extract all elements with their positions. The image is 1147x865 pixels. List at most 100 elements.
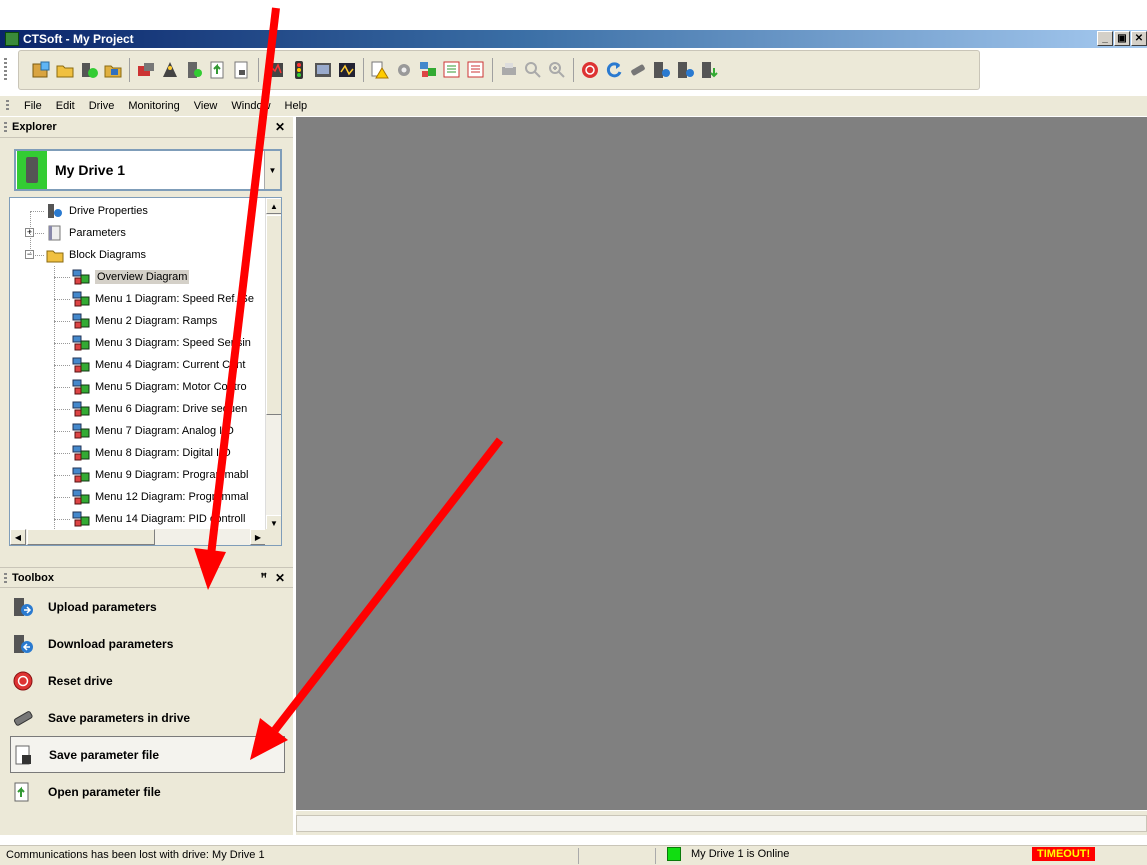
- tree-connector: [54, 343, 70, 344]
- hscroll-thumb[interactable]: [27, 529, 155, 545]
- app-icon: [5, 32, 19, 46]
- save-project-icon[interactable]: [103, 60, 123, 80]
- tree-item-label: Menu 1 Diagram: Speed Ref. Se: [95, 293, 254, 305]
- settings-icon[interactable]: [394, 60, 414, 80]
- tree-horizontal-scrollbar[interactable]: ◀ ▶: [10, 529, 266, 545]
- tab-strip: [296, 815, 1147, 832]
- monitor-icon[interactable]: [265, 60, 285, 80]
- toolbox-items: Upload parameters Download parameters Rese…: [0, 588, 293, 810]
- tree-vertical-scrollbar[interactable]: ▲ ▼: [265, 198, 281, 531]
- drive-connect-icon[interactable]: [136, 60, 156, 80]
- menu-view[interactable]: View: [187, 100, 225, 112]
- tree-item[interactable]: Menu 5 Diagram: Motor Contro: [72, 376, 247, 398]
- toolbox-item-download-parameters[interactable]: Download parameters: [0, 625, 293, 662]
- tree-connector: [54, 519, 70, 520]
- block-diagram-icon: [72, 291, 90, 307]
- new-project-icon[interactable]: [31, 60, 51, 80]
- panel-grip[interactable]: [4, 573, 7, 585]
- tree-item[interactable]: Block Diagrams: [46, 244, 146, 266]
- toolbar-grip[interactable]: [4, 58, 7, 82]
- compare-icon[interactable]: [466, 60, 486, 80]
- chip-icon[interactable]: [628, 60, 648, 80]
- toolbar-separator: [258, 58, 259, 82]
- menu-edit[interactable]: Edit: [49, 100, 82, 112]
- window-title: CTSoft - My Project: [23, 32, 134, 46]
- tree-item[interactable]: Menu 3 Diagram: Speed Sensin: [72, 332, 251, 354]
- zoom-in-icon[interactable]: [547, 60, 567, 80]
- tree-connector: [54, 387, 70, 388]
- tree-item[interactable]: Overview Diagram: [72, 266, 190, 288]
- open-project-icon[interactable]: [55, 60, 75, 80]
- tree-item[interactable]: Menu 7 Diagram: Analog I/O: [72, 420, 234, 442]
- menu-grip[interactable]: [6, 100, 9, 112]
- scroll-right-icon[interactable]: ▶: [250, 529, 266, 545]
- parameter-list-icon[interactable]: [442, 60, 462, 80]
- tree-item[interactable]: Parameters: [46, 222, 126, 244]
- stop-icon[interactable]: [580, 60, 600, 80]
- minimize-button[interactable]: _: [1097, 31, 1113, 46]
- upload-icon[interactable]: [208, 60, 228, 80]
- menu-drive[interactable]: Drive: [82, 100, 122, 112]
- menu-window[interactable]: Window: [224, 100, 277, 112]
- toolbox-item-save-in-drive[interactable]: Save parameters in drive: [0, 699, 293, 736]
- tree-item-label: Menu 8 Diagram: Digital I/O: [95, 447, 231, 459]
- drive-download-green-icon[interactable]: [700, 60, 720, 80]
- drive-parameters-icon[interactable]: [184, 60, 204, 80]
- scroll-left-icon[interactable]: ◀: [10, 529, 26, 545]
- drive-upload-icon[interactable]: [652, 60, 672, 80]
- tree-item-label: Menu 14 Diagram: PID controll: [95, 513, 246, 525]
- menu-monitoring[interactable]: Monitoring: [121, 100, 186, 112]
- drive-download-icon[interactable]: [676, 60, 696, 80]
- explorer-tree: Drive Properties Parameters + Block Diagram…: [9, 197, 282, 546]
- block-diagram-icon: [72, 269, 90, 285]
- toolbox-item-save-file[interactable]: Save parameter file: [10, 736, 285, 773]
- pin-icon[interactable]: ꟸ: [261, 571, 267, 584]
- scope-icon[interactable]: [337, 60, 357, 80]
- toolbox-item-upload-parameters[interactable]: Upload parameters: [0, 588, 293, 625]
- tree-connector: [54, 321, 70, 322]
- tree-viewport: Drive Properties Parameters + Block Diagram…: [10, 198, 266, 531]
- tree-item[interactable]: Menu 14 Diagram: PID controll: [72, 508, 245, 530]
- warning-icon[interactable]: [370, 60, 390, 80]
- chevron-down-icon[interactable]: ▼: [264, 151, 280, 189]
- block-diagram-icon[interactable]: [418, 60, 438, 80]
- tree-connector: [54, 365, 70, 366]
- tree-item[interactable]: Menu 6 Diagram: Drive sequen: [72, 398, 247, 420]
- tree-item[interactable]: Menu 2 Diagram: Ramps: [72, 310, 217, 332]
- print-icon[interactable]: [499, 60, 519, 80]
- block-diagram-icon: [72, 357, 90, 373]
- download-icon[interactable]: [232, 60, 252, 80]
- tree-connector: [54, 299, 70, 300]
- tree-item[interactable]: Menu 9 Diagram: Programmabl: [72, 464, 248, 486]
- toolbox-item-open-file[interactable]: Open parameter file: [0, 773, 293, 810]
- add-drive-icon[interactable]: [79, 60, 99, 80]
- traffic-light-icon[interactable]: [289, 60, 309, 80]
- zoom-out-icon[interactable]: [523, 60, 543, 80]
- scroll-thumb[interactable]: [266, 215, 281, 415]
- tree-item[interactable]: Menu 4 Diagram: Current Cont: [72, 354, 245, 376]
- toolbox-item-reset-drive[interactable]: Reset drive: [0, 662, 293, 699]
- tree-item-label: Menu 6 Diagram: Drive sequen: [95, 403, 248, 415]
- restore-button[interactable]: ▣: [1114, 31, 1130, 46]
- toolbar-separator: [573, 58, 574, 82]
- drive-selector[interactable]: My Drive 1 ▼: [14, 149, 282, 191]
- toolbox-close-icon[interactable]: ✕: [275, 571, 285, 585]
- terminal-icon[interactable]: [313, 60, 333, 80]
- status-message: Communications has been lost with drive:…: [6, 849, 265, 861]
- tree-item[interactable]: Drive Properties: [46, 200, 148, 222]
- refresh-icon[interactable]: [604, 60, 624, 80]
- close-window-button[interactable]: ✕: [1131, 31, 1147, 46]
- tree-item[interactable]: Menu 1 Diagram: Speed Ref. Se: [72, 288, 254, 310]
- status-divider: [655, 848, 656, 864]
- wizard-icon[interactable]: [160, 60, 180, 80]
- tree-item[interactable]: Menu 8 Diagram: Digital I/O: [72, 442, 231, 464]
- explorer-close-icon[interactable]: ✕: [275, 120, 285, 134]
- toolbox-title: Toolbox: [12, 571, 54, 584]
- toolbar-separator: [492, 58, 493, 82]
- menu-help[interactable]: Help: [278, 100, 315, 112]
- panel-grip[interactable]: [4, 122, 7, 134]
- folder-icon: [46, 247, 64, 263]
- scroll-up-icon[interactable]: ▲: [266, 198, 281, 214]
- tree-item[interactable]: Menu 12 Diagram: Programmal: [72, 486, 248, 508]
- menu-file[interactable]: File: [17, 100, 49, 112]
